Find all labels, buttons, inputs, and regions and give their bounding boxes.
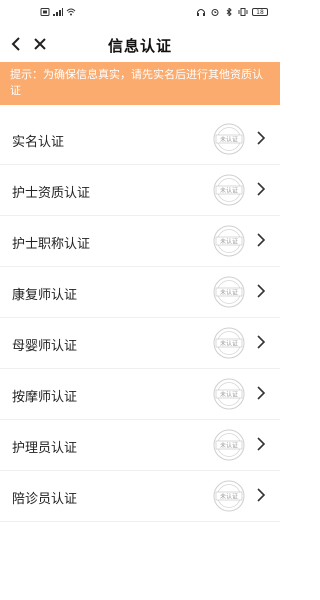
chevron-right-icon: [257, 488, 266, 502]
certification-row[interactable]: 护士资质认证 未认证: [0, 165, 280, 216]
wifi-icon: [66, 8, 76, 16]
chevron-right-icon: [257, 284, 266, 298]
certification-row[interactable]: 护士职称认证 未认证: [0, 216, 280, 267]
certification-row[interactable]: 按摩师认证 未认证: [0, 369, 280, 420]
unverified-stamp-icon: 未认证: [213, 225, 245, 257]
unverified-stamp-icon: 未认证: [213, 174, 245, 206]
status-bar-left: [40, 8, 76, 16]
status-text: 未认证: [220, 441, 238, 449]
headphone-icon: [197, 9, 205, 16]
certification-row[interactable]: 护理员认证 未认证: [0, 420, 280, 471]
certification-label: 护理员认证: [12, 441, 78, 456]
signal-icon: [53, 8, 63, 16]
notice-banner: 提示：为确保信息真实，请先实名后进行其他资质认证: [0, 62, 280, 105]
status-text: 未认证: [220, 288, 238, 296]
unverified-stamp-icon: 未认证: [213, 429, 245, 461]
certification-label: 实名认证: [12, 135, 65, 150]
status-bar: 18: [0, 0, 280, 26]
status-text: 未认证: [220, 186, 238, 194]
title-bar: 信息认证: [0, 26, 280, 62]
alarm-icon: [211, 9, 219, 16]
certification-label: 康复师认证: [12, 288, 78, 303]
certification-label: 按摩师认证: [12, 390, 78, 405]
status-text: 未认证: [220, 339, 238, 347]
vibrate-icon: [238, 8, 248, 16]
notice-text: 提示：为确保信息真实，请先实名后进行其他资质认证: [10, 68, 263, 97]
certification-row[interactable]: 实名认证 未认证: [0, 114, 280, 165]
chevron-right-icon: [257, 437, 266, 451]
bluetooth-icon: [226, 8, 232, 16]
status-bar-right: 18: [196, 8, 268, 16]
unverified-stamp-icon: 未认证: [213, 123, 245, 155]
status-text: 未认证: [220, 135, 238, 143]
chevron-right-icon: [257, 131, 266, 145]
certification-label: 母婴师认证: [12, 339, 78, 354]
certification-list: 实名认证 未认证 护士资质认证 未认证 护士职称认证 未认证 康复师认证 未认证 母婴师认证 未认…: [0, 114, 280, 522]
unverified-stamp-icon: 未认证: [213, 327, 245, 359]
certification-row[interactable]: 陪诊员认证 未认证: [0, 471, 280, 522]
status-text: 未认证: [220, 237, 238, 245]
page-title: 信息认证: [107, 37, 172, 55]
chevron-right-icon: [257, 335, 266, 349]
chevron-right-icon: [257, 386, 266, 400]
chevron-right-icon: [257, 233, 266, 247]
battery-indicator: 18: [252, 8, 268, 16]
certification-row[interactable]: 母婴师认证 未认证: [0, 318, 280, 369]
chevron-right-icon: [257, 182, 266, 196]
unverified-stamp-icon: 未认证: [213, 378, 245, 410]
certification-label: 护士职称认证: [12, 237, 91, 252]
status-text: 未认证: [220, 390, 238, 398]
certification-label: 陪诊员认证: [12, 492, 78, 507]
unverified-stamp-icon: 未认证: [213, 276, 245, 308]
unverified-stamp-icon: 未认证: [213, 480, 245, 512]
sim-icon: [40, 8, 50, 16]
status-text: 未认证: [220, 492, 238, 500]
certification-row[interactable]: 康复师认证 未认证: [0, 267, 280, 318]
certification-label: 护士资质认证: [12, 186, 91, 201]
